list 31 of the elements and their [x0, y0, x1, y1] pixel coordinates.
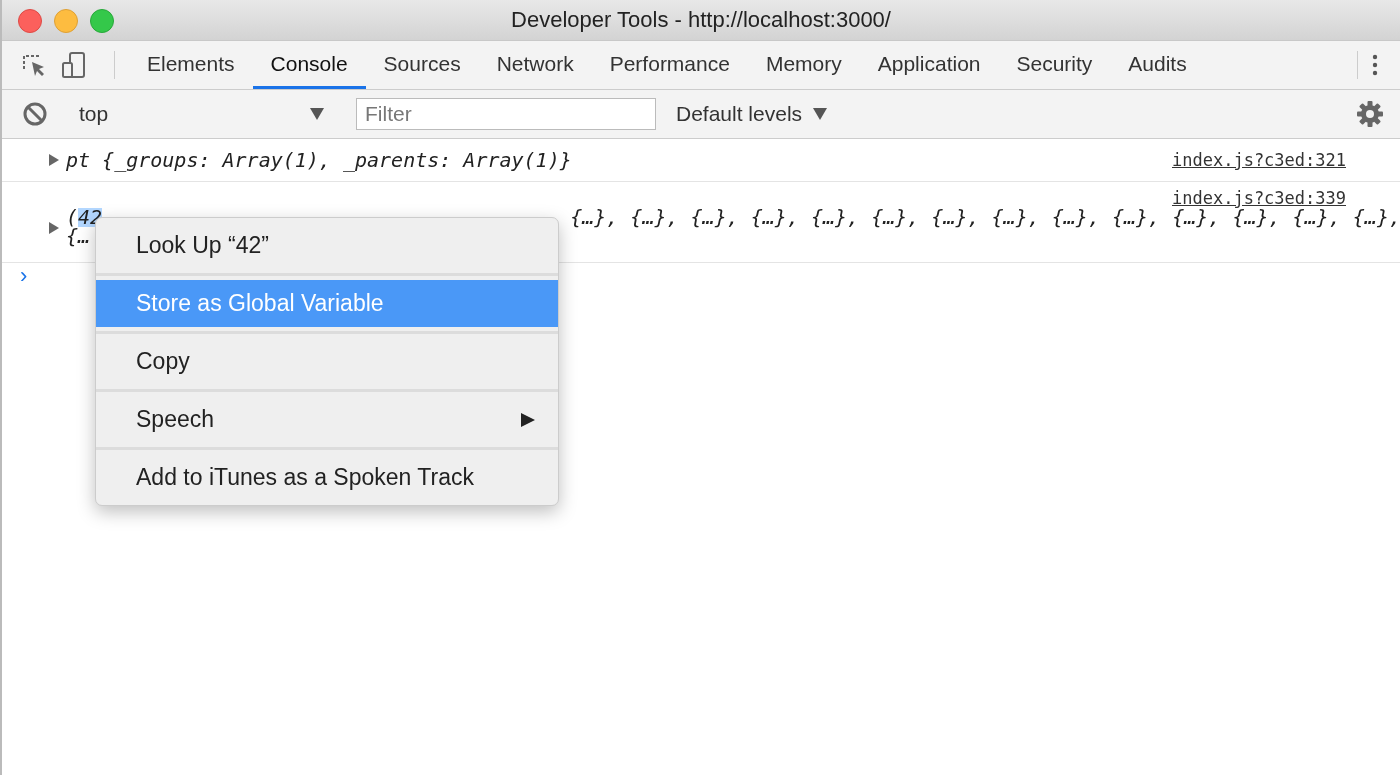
- tab[interactable]: Security: [998, 41, 1111, 89]
- context-dropdown[interactable]: top: [77, 102, 327, 126]
- tab[interactable]: Memory: [747, 41, 860, 89]
- tab[interactable]: Sources: [365, 41, 479, 89]
- menu-item[interactable]: Copy: [96, 338, 558, 385]
- submenu-arrow-icon: [520, 411, 536, 428]
- tab[interactable]: Network: [478, 41, 592, 89]
- prompt-icon[interactable]: ›: [20, 263, 28, 288]
- log-message: {…}, {…}, {…}, {…}, {…}, {…}, {…}, {…}, {…}, {…}, {…}, {…}, {…}, {…},: [570, 208, 1400, 227]
- settings-icon[interactable]: [1356, 100, 1384, 128]
- menu-item[interactable]: Speech: [96, 396, 558, 443]
- source-link[interactable]: index.js?c3ed:339: [1172, 188, 1346, 208]
- device-icon[interactable]: [60, 51, 88, 79]
- caret-icon: [812, 107, 829, 121]
- log-message: pt {_groups: Array(1), _parents: Array(1)}: [66, 148, 572, 172]
- window-title: Developer Tools - http://localhost:3000/: [511, 7, 891, 33]
- filter-field[interactable]: Filter: [356, 98, 656, 130]
- close-icon[interactable]: [18, 9, 42, 33]
- levels-dropdown[interactable]: Default levels: [670, 101, 835, 127]
- expand-icon[interactable]: [48, 220, 60, 235]
- expand-icon[interactable]: [48, 153, 60, 167]
- more-icon[interactable]: [1372, 54, 1378, 76]
- caret-icon: [309, 107, 325, 121]
- source-link[interactable]: index.js?c3ed:321: [1172, 150, 1346, 170]
- menu-item[interactable]: Add to iTunes as a Spoken Track: [96, 454, 558, 501]
- tab[interactable]: Audits: [1110, 41, 1205, 89]
- tab[interactable]: Application: [859, 41, 999, 89]
- log-message: (: [66, 208, 79, 227]
- tab[interactable]: Performance: [591, 41, 748, 89]
- tab[interactable]: Elements: [129, 41, 253, 89]
- clear-icon[interactable]: [22, 101, 48, 127]
